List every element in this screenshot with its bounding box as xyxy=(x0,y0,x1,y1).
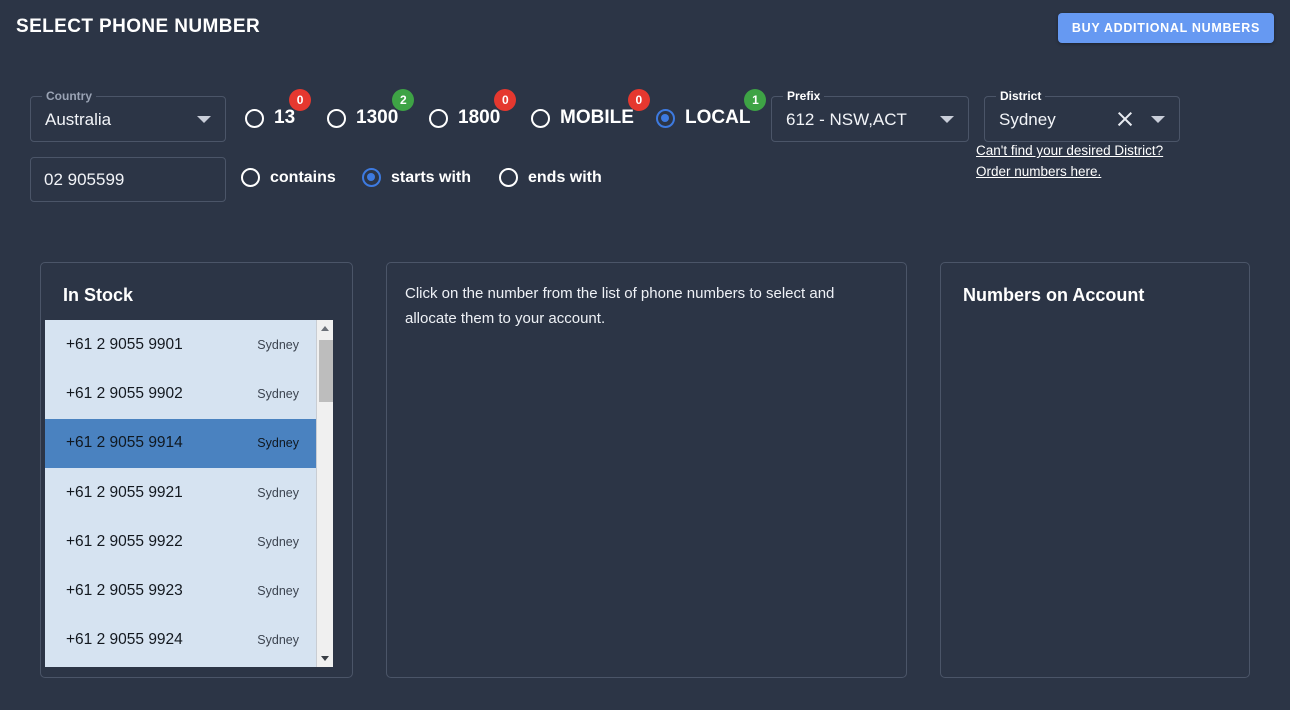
number-type-13-count: 0 xyxy=(289,89,312,111)
numbers-on-account-title: Numbers on Account xyxy=(963,285,1145,305)
in-stock-row-district: Sydney xyxy=(257,534,299,549)
district-select[interactable]: District Sydney xyxy=(984,89,1180,142)
number-type-local-label: LOCAL 1 xyxy=(685,89,767,129)
prefix-select[interactable]: Prefix 612 - NSW,ACT xyxy=(771,89,969,142)
number-type-mobile-count: 0 xyxy=(627,89,650,111)
in-stock-row-number: +61 2 9055 9921 xyxy=(66,483,183,501)
in-stock-row-number: +61 2 9055 9914 xyxy=(66,434,183,452)
in-stock-title: In Stock xyxy=(63,285,134,305)
radio-13[interactable] xyxy=(245,108,264,128)
in-stock-row-district: Sydney xyxy=(257,436,299,451)
number-type-1300-label: 1300 2 xyxy=(356,89,415,129)
number-type-13-label: 13 0 xyxy=(274,89,312,129)
radio-local[interactable] xyxy=(656,108,675,128)
in-stock-row-number: +61 2 9055 9901 xyxy=(66,335,183,353)
chevron-down-icon[interactable] xyxy=(197,116,211,123)
in-stock-row-district: Sydney xyxy=(257,337,299,352)
match-mode-contains[interactable]: contains xyxy=(241,168,336,187)
in-stock-row[interactable]: +61 2 9055 9902 Sydney xyxy=(45,369,316,418)
in-stock-row-district: Sydney xyxy=(257,386,299,401)
district-value: Sydney xyxy=(999,110,1056,129)
search-input[interactable] xyxy=(30,157,226,202)
number-type-1800-label: 1800 0 xyxy=(458,89,517,129)
close-icon[interactable] xyxy=(1115,109,1135,129)
instructions-panel: Click on the number from the list of pho… xyxy=(386,262,907,678)
in-stock-row-number: +61 2 9055 9902 xyxy=(66,384,183,402)
match-mode-starts-with[interactable]: starts with xyxy=(362,168,471,187)
in-stock-row-number: +61 2 9055 9924 xyxy=(66,631,183,649)
numbers-on-account-panel: Numbers on Account xyxy=(940,262,1250,678)
number-type-1800-count: 0 xyxy=(494,89,517,111)
in-stock-row-district: Sydney xyxy=(257,584,299,599)
in-stock-row[interactable]: +61 2 9055 9924 Sydney xyxy=(45,616,316,665)
number-type-1300-count: 2 xyxy=(392,89,415,111)
country-value: Australia xyxy=(45,110,112,129)
in-stock-row-number: +61 2 9055 9923 xyxy=(66,582,183,600)
order-numbers-link[interactable]: Order numbers here. xyxy=(976,164,1101,179)
match-mode-contains-label: contains xyxy=(270,168,336,186)
instructions-text: Click on the number from the list of pho… xyxy=(405,285,835,327)
scroll-up-arrow-icon[interactable] xyxy=(317,320,333,337)
in-stock-list-rows[interactable]: +61 2 9055 9901 Sydney +61 2 9055 9902 Sydn… xyxy=(45,320,316,667)
chevron-down-icon[interactable] xyxy=(1151,116,1165,123)
country-select[interactable]: Country Australia xyxy=(30,89,226,142)
prefix-value: 612 - NSW,ACT xyxy=(786,110,907,129)
radio-mobile[interactable] xyxy=(531,108,550,128)
number-type-13[interactable]: 13 0 xyxy=(245,89,312,129)
number-type-mobile[interactable]: MOBILE 0 xyxy=(531,89,650,129)
page-title: SELECT PHONE NUMBER xyxy=(16,16,261,37)
match-mode-ends-with-label: ends with xyxy=(528,168,602,186)
number-type-local-count: 1 xyxy=(744,89,767,111)
buy-additional-numbers-button[interactable]: BUY ADDITIONAL NUMBERS xyxy=(1057,13,1274,43)
in-stock-scrollbar[interactable] xyxy=(316,320,333,667)
in-stock-row-district: Sydney xyxy=(257,633,299,648)
number-type-1800[interactable]: 1800 0 xyxy=(429,89,517,129)
in-stock-row[interactable]: +61 2 9055 9923 Sydney xyxy=(45,566,316,615)
number-type-local[interactable]: LOCAL 1 xyxy=(656,89,767,129)
in-stock-row-number: +61 2 9055 9922 xyxy=(66,532,183,550)
district-help-link[interactable]: Can't find your desired District? xyxy=(976,143,1163,158)
scrollbar-thumb[interactable] xyxy=(319,340,333,402)
chevron-down-icon[interactable] xyxy=(940,116,954,123)
radio-starts-with[interactable] xyxy=(362,168,381,187)
page-header: SELECT PHONE NUMBER BUY ADDITIONAL NUMBE… xyxy=(0,0,1290,56)
radio-contains[interactable] xyxy=(241,168,260,187)
in-stock-row-district: Sydney xyxy=(257,485,299,500)
in-stock-row[interactable]: +61 2 9055 9901 Sydney xyxy=(45,320,316,369)
match-mode-starts-with-label: starts with xyxy=(391,168,472,186)
in-stock-row[interactable]: +61 2 9055 9914 Sydney xyxy=(45,418,316,468)
radio-1800[interactable] xyxy=(429,108,448,128)
in-stock-panel: In Stock +61 2 9055 9901 Sydney +61 2 9055… xyxy=(40,262,353,678)
radio-ends-with[interactable] xyxy=(499,168,518,187)
match-mode-ends-with[interactable]: ends with xyxy=(499,168,602,187)
number-type-1300[interactable]: 1300 2 xyxy=(327,89,415,129)
radio-1300[interactable] xyxy=(327,108,346,128)
scroll-down-arrow-icon[interactable] xyxy=(317,650,333,667)
number-type-mobile-label: MOBILE 0 xyxy=(560,89,650,129)
in-stock-row[interactable]: +61 2 9055 9921 Sydney xyxy=(45,468,316,517)
in-stock-row[interactable]: +61 2 9055 9922 Sydney xyxy=(45,517,316,566)
in-stock-list[interactable]: +61 2 9055 9901 Sydney +61 2 9055 9902 Sydn… xyxy=(45,320,333,667)
